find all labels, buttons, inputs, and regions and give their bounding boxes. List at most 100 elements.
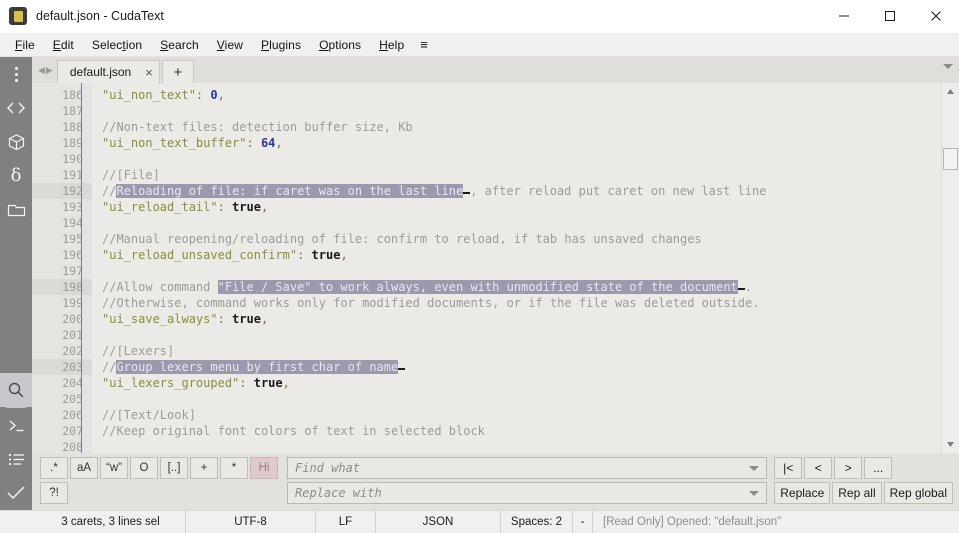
in-selection-toggle[interactable]: [..] [160,457,188,479]
code-line[interactable]: //[Text/Look] [102,407,941,423]
code-line[interactable] [102,439,941,453]
tokens-toggle[interactable]: * [220,457,248,479]
case-sensitive-toggle[interactable]: aA [70,457,98,479]
code-tree-icon[interactable] [0,91,32,125]
code-token: //Manual reopening/reloading of file: co… [102,232,702,246]
status-carets[interactable]: 3 carets, 3 lines sel [36,511,186,533]
package-icon[interactable] [0,125,32,159]
highlight-all-toggle[interactable]: Hi [250,457,278,479]
line-number: 188 [62,120,83,134]
scrollbar-thumb[interactable] [943,148,958,170]
minimize-button[interactable] [821,0,867,32]
line-number: 201 [62,328,83,342]
replace-action-buttons: Replace Rep all Rep global [774,482,953,504]
line-number: 193 [62,200,83,214]
find-input[interactable]: Find what [287,457,768,479]
menu-dots-icon[interactable] [0,57,32,91]
menu-search[interactable]: Search [151,35,208,55]
status-indent[interactable]: Spaces: 2 [501,511,573,533]
menu-view[interactable]: View [208,35,252,55]
find-more-button[interactable]: ... [864,457,893,479]
regex-toggle[interactable]: .* [40,457,68,479]
code-line[interactable]: //Non-text files: detection buffer size,… [102,119,941,135]
menu-options[interactable]: Options [310,35,370,55]
maximize-button[interactable] [867,0,913,32]
code-line[interactable]: "ui_lexers_grouped": true, [102,375,941,391]
replace-button[interactable]: Replace [774,482,831,504]
search-icon[interactable] [0,373,32,407]
line-number: 192 [32,183,92,199]
code-line[interactable]: //[Lexers] [102,343,941,359]
code-token: 64 [260,136,276,150]
tab-default-json[interactable]: default.json × [56,60,160,83]
editor-column: ◀ ▶ default.json × + 186 187 188 189 190 191 1… [32,57,959,510]
code-line[interactable]: "ui_non_text_buffer": 64, [102,135,941,151]
find-history-dropdown-icon[interactable] [749,465,760,471]
tab-prev-icon[interactable]: ◀ [38,65,45,75]
code-line[interactable] [102,327,941,343]
close-button[interactable] [913,0,959,32]
tab-scroll-arrows[interactable]: ◀ ▶ [32,57,57,83]
console-icon[interactable] [0,408,32,442]
code-line[interactable] [102,103,941,119]
replace-all-button[interactable]: Rep all [832,482,882,504]
code-line[interactable]: //Keep original font colors of text in s… [102,423,941,439]
menu-hamburger-icon[interactable]: ≡ [413,34,435,55]
find-first-button[interactable]: |< [774,457,803,479]
output-list-icon[interactable] [0,442,32,476]
code-token: , after reload put caret on new last lin… [470,184,767,198]
scroll-down-icon[interactable] [942,436,959,453]
code-line[interactable]: //Reloading of file: if caret was on the… [102,183,941,199]
code-line[interactable] [102,391,941,407]
selected-text: "File / Save" to work always, even with … [217,280,738,294]
menu-help[interactable]: Help [370,35,413,55]
editor-area[interactable]: 186 187 188 189 190 191 192 193 194 195 196 197 198 1… [32,83,959,453]
tab-next-icon[interactable]: ▶ [46,65,53,75]
find-previous-button[interactable]: < [804,457,833,479]
whole-words-toggle[interactable]: “w” [100,457,128,479]
replace-history-dropdown-icon[interactable] [749,490,760,496]
code-token: //Otherwise, command works only for modi… [102,296,760,310]
menu-edit[interactable]: Edit [44,35,83,55]
find-toggles: .* aA “w” O [..] + * Hi ?! [40,457,278,506]
code-line[interactable]: //Manual reopening/reloading of file: co… [102,231,941,247]
code-line[interactable]: "ui_save_always": true, [102,311,941,327]
menu-file[interactable]: File [6,35,44,55]
code-line[interactable]: //Group lexers menu by first char of nam… [102,359,941,375]
status-encoding[interactable]: UTF-8 [186,511,316,533]
code-token: // [102,184,117,198]
folder-icon[interactable] [0,193,32,227]
validate-check-icon[interactable] [0,476,32,510]
scrollbar-track[interactable] [942,100,959,436]
code-line[interactable] [102,215,941,231]
find-toggle-row-2: ?! [40,482,278,504]
status-line-ends[interactable]: LF [316,511,376,533]
code-line[interactable] [102,151,941,167]
menu-selection[interactable]: Selection [83,35,151,55]
new-tab-button[interactable]: + [161,60,194,83]
replace-input[interactable]: Replace with [287,482,768,504]
menu-plugins[interactable]: Plugins [252,35,310,55]
replace-global-button[interactable]: Rep global [883,482,953,504]
code-line[interactable]: "ui_non_text": 0, [102,87,941,103]
code-line[interactable]: "ui_reload_unsaved_confirm": true, [102,247,941,263]
code-token: //Allow command [102,280,218,294]
wrapped-search-toggle[interactable]: O [130,457,158,479]
line-number: 194 [62,216,83,230]
editor-vertical-scrollbar[interactable] [941,83,959,453]
confirm-replace-toggle[interactable]: ?! [40,482,68,504]
multiline-toggle[interactable]: + [190,457,218,479]
delta-icon[interactable]: δ [0,159,32,193]
find-next-button[interactable]: > [834,457,863,479]
tab-list-dropdown-icon[interactable] [943,64,953,69]
status-lexer[interactable]: JSON [376,511,501,533]
code-line[interactable]: "ui_reload_tail": true, [102,199,941,215]
tab-close-icon[interactable]: × [145,66,153,79]
find-actions: |< < >... Replace Rep all Rep global [767,457,953,506]
code-line[interactable]: //Otherwise, command works only for modi… [102,295,941,311]
code-line[interactable]: //[File] [102,167,941,183]
scroll-up-icon[interactable] [942,83,959,100]
code-line[interactable] [102,263,941,279]
code-line[interactable]: //Allow command "File / Save" to work al… [102,279,941,295]
code-text[interactable]: "ui_non_text": 0, //Non-text files: dete… [92,83,941,453]
